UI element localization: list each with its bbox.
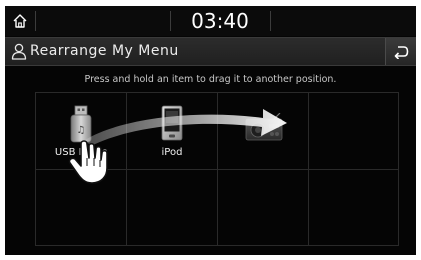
radio-icon (245, 113, 283, 141)
back-arrow-icon (394, 45, 409, 59)
ipod-icon (161, 105, 183, 141)
status-bar: 03:40 (5, 6, 416, 36)
hand-drag-icon (68, 140, 108, 184)
status-divider (170, 11, 171, 31)
menu-item-radio[interactable] (218, 93, 308, 169)
back-button[interactable] (385, 38, 416, 65)
home-icon (13, 14, 27, 28)
svg-text:♫: ♫ (77, 125, 86, 136)
status-divider (35, 11, 36, 31)
screen: 03:40 Rearrange My Menu Press and hold a… (5, 6, 416, 255)
instruction-text: Press and hold an item to drag it to ano… (84, 74, 337, 85)
home-button[interactable] (5, 6, 35, 36)
menu-item-label: iPod (161, 147, 183, 158)
status-divider (270, 11, 271, 31)
user-icon (11, 43, 27, 60)
menu-item-ipod[interactable]: iPod (127, 93, 217, 169)
title-bar: Rearrange My Menu (5, 37, 416, 66)
clock: 03:40 (191, 9, 249, 33)
page-title: Rearrange My Menu (30, 43, 179, 59)
